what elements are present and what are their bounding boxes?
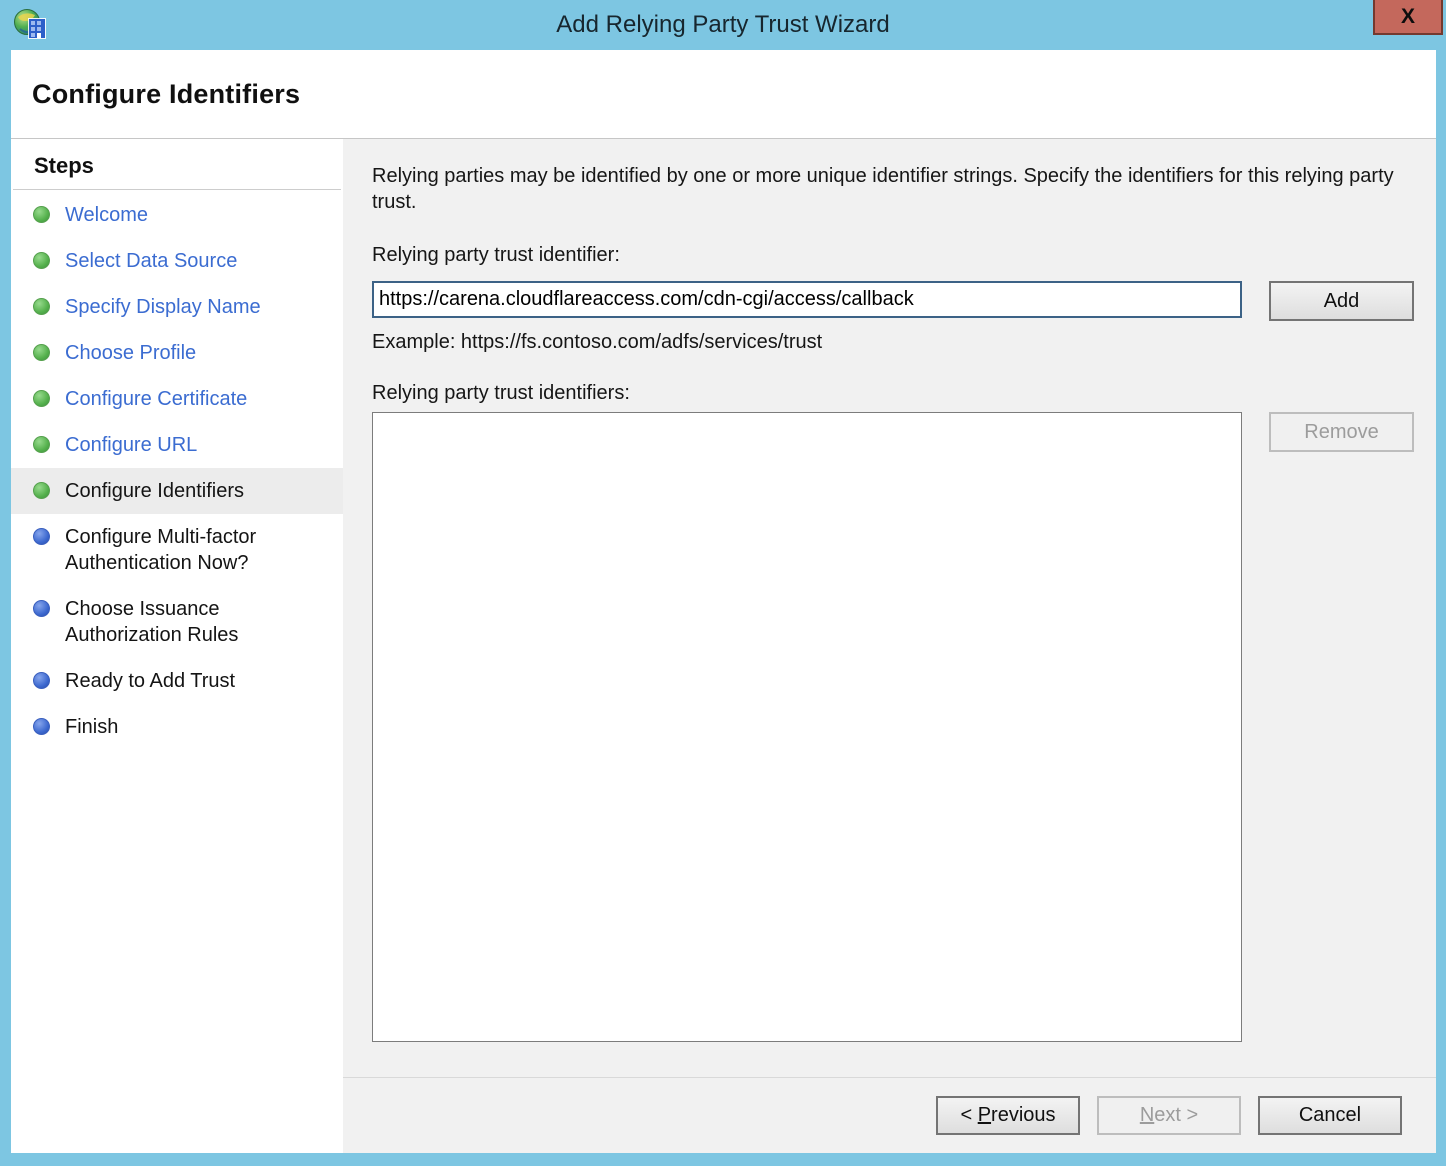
page-description: Relying parties may be identified by one… [372,163,1402,215]
sidebar-item-configure-certificate[interactable]: Configure Certificate [11,376,343,422]
title-bar: Add Relying Party Trust Wizard X [0,0,1446,50]
steps-heading: Steps [13,151,341,190]
step-item-label: Select Data Source [65,248,237,274]
close-button[interactable]: X [1373,0,1443,35]
step-item-label: Choose Profile [65,340,196,366]
footer-bar: < Previous Next > Cancel [343,1077,1436,1153]
cancel-button[interactable]: Cancel [1258,1096,1402,1135]
previous-button[interactable]: < Previous [936,1096,1080,1135]
sidebar-item-ready-to-add-trust: Ready to Add Trust [11,658,343,704]
sidebar-item-choose-profile[interactable]: Choose Profile [11,330,343,376]
step-status-icon [33,344,50,361]
step-status-icon [33,252,50,269]
sidebar-item-specify-display-name[interactable]: Specify Display Name [11,284,343,330]
step-item-label: Configure Multi-factor Authentication No… [65,524,315,576]
window-title: Add Relying Party Trust Wizard [556,11,889,39]
step-item-label: Finish [65,714,118,740]
step-status-icon [33,600,50,617]
sidebar-item-welcome[interactable]: Welcome [11,192,343,238]
step-status-icon [33,436,50,453]
step-item-label: Configure Identifiers [65,478,244,504]
example-text: Example: https://fs.contoso.com/adfs/ser… [372,331,1436,354]
page-header: Configure Identifiers [11,50,1436,139]
sidebar-item-choose-issuance-authorization-rules: Choose Issuance Authorization Rules [11,586,343,658]
identifiers-listbox[interactable] [372,412,1242,1042]
identifiers-list-label: Relying party trust identifiers: [372,382,1436,405]
sidebar-item-configure-multi-factor-authentication-now: Configure Multi-factor Authentication No… [11,514,343,586]
sidebar-item-configure-url[interactable]: Configure URL [11,422,343,468]
step-item-label: Configure URL [65,432,197,458]
identifier-label: Relying party trust identifier: [372,244,1436,267]
step-item-label: Welcome [65,202,148,228]
remove-button[interactable]: Remove [1269,412,1414,452]
wizard-window: Add Relying Party Trust Wizard X Configu… [0,0,1446,1166]
page-title: Configure Identifiers [32,79,300,110]
step-status-icon [33,206,50,223]
step-status-icon [33,528,50,545]
step-status-icon [33,482,50,499]
relying-party-identifier-input[interactable] [372,281,1242,318]
add-button[interactable]: Add [1269,281,1414,321]
step-item-label: Specify Display Name [65,294,261,320]
step-status-icon [33,718,50,735]
main-pane: Relying parties may be identified by one… [343,139,1436,1153]
sidebar-item-configure-identifiers: Configure Identifiers [11,468,343,514]
sidebar-item-select-data-source[interactable]: Select Data Source [11,238,343,284]
step-status-icon [33,390,50,407]
step-item-label: Ready to Add Trust [65,668,235,694]
step-item-label: Configure Certificate [65,386,247,412]
adfs-app-icon [13,7,49,43]
sidebar-item-finish: Finish [11,704,343,750]
step-status-icon [33,672,50,689]
wizard-content: Configure Identifiers Steps Welcome Sele… [11,50,1436,1153]
step-item-label: Choose Issuance Authorization Rules [65,596,315,648]
steps-list: Welcome Select Data Source Specify Displ… [11,190,343,750]
next-button[interactable]: Next > [1097,1096,1241,1135]
step-status-icon [33,298,50,315]
steps-sidebar: Steps Welcome Select Data Source Specify… [11,139,343,1153]
